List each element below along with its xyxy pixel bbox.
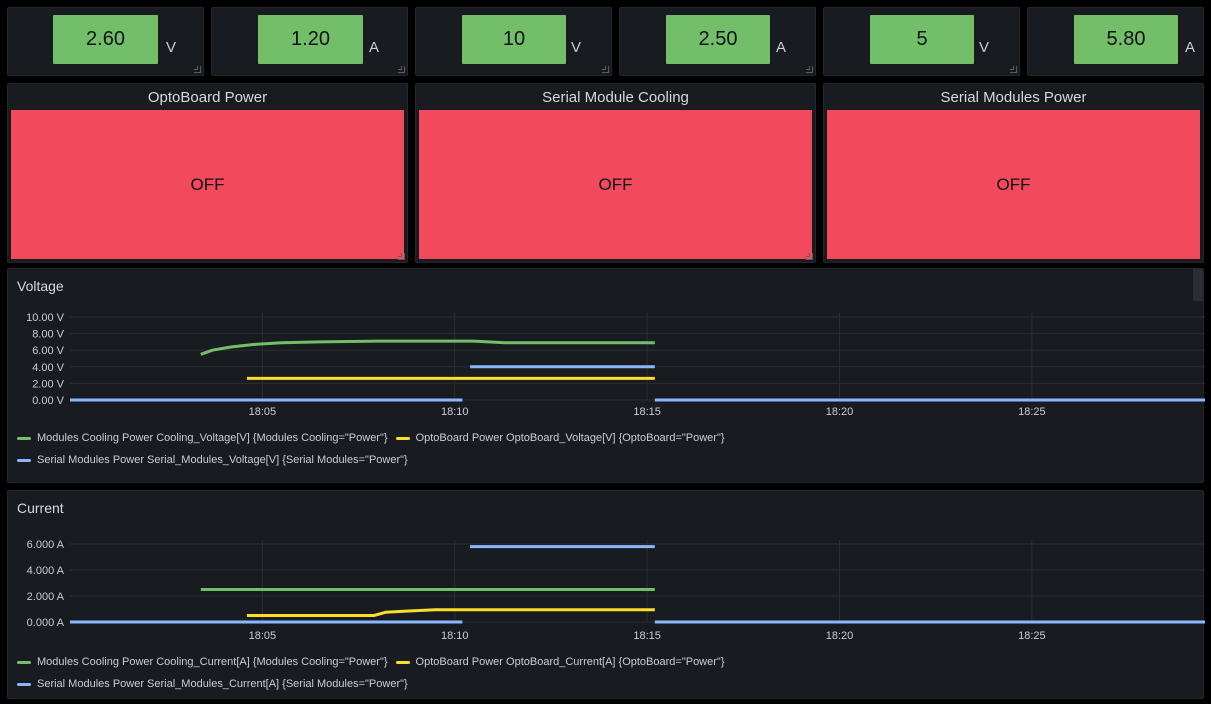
stat-value-box: 10 (462, 15, 566, 64)
x-tick-label: 18:15 (633, 406, 661, 418)
stat-value: 5 (916, 28, 928, 50)
resize-handle-icon[interactable] (194, 66, 201, 73)
status-state: OFF (190, 174, 225, 194)
stat-panel-2[interactable]: 1.20 A (211, 7, 408, 76)
resize-handle-icon[interactable] (806, 66, 813, 73)
legend-item[interactable]: OptoBoard Power OptoBoard_Current[A] {Op… (395, 656, 725, 668)
x-tick-label: 18:05 (249, 630, 277, 641)
chart-legend: Modules Cooling Power Cooling_Voltage[V]… (17, 427, 733, 471)
x-tick-label: 18:20 (826, 630, 854, 641)
y-tick-label: 2.000 A (27, 591, 65, 603)
legend-label: Modules Cooling Power Cooling_Voltage[V]… (37, 432, 388, 444)
y-tick-label: 0.000 A (27, 617, 65, 629)
stat-value: 2.50 (698, 28, 738, 50)
status-box: OFF (11, 110, 404, 259)
legend-label: Serial Modules Power Serial_Modules_Volt… (37, 454, 408, 466)
stat-value-box: 5 (870, 15, 974, 64)
x-tick-label: 18:20 (826, 406, 854, 418)
stat-value: 5.80 (1106, 28, 1146, 50)
status-state: OFF (996, 174, 1031, 194)
stat-unit: V (571, 39, 582, 56)
x-tick-label: 18:10 (441, 406, 469, 418)
status-state: OFF (598, 174, 633, 194)
status-panel-title: OptoBoard Power (147, 89, 268, 106)
y-tick-label: 6.00 V (32, 345, 64, 357)
legend-swatch (17, 660, 31, 664)
legend-item[interactable]: Modules Cooling Power Cooling_Current[A]… (17, 656, 388, 668)
legend-swatch (17, 682, 31, 686)
resize-handle-icon[interactable] (1010, 66, 1017, 73)
x-tick-label: 18:25 (1018, 630, 1046, 641)
y-tick-label: 0.00 V (32, 395, 64, 407)
stat-value-box: 1.20 (258, 15, 363, 64)
stat-panel-3[interactable]: 10 V (415, 7, 612, 76)
x-tick-label: 18:15 (633, 630, 661, 641)
y-tick-label: 4.000 A (27, 565, 65, 577)
resize-handle-icon[interactable] (806, 253, 813, 260)
stat-value-box: 2.60 (53, 15, 158, 64)
y-tick-label: 4.00 V (32, 362, 64, 374)
stat-unit: A (369, 39, 380, 56)
x-tick-label: 18:05 (249, 406, 277, 418)
legend-label: Modules Cooling Power Cooling_Current[A]… (37, 656, 388, 668)
stat-unit: V (979, 39, 990, 56)
legend-item[interactable]: OptoBoard Power OptoBoard_Voltage[V] {Op… (395, 432, 725, 444)
status-panel-serial-modules[interactable]: Serial Modules Power OFF (823, 83, 1204, 263)
status-panel-title: Serial Module Cooling (542, 89, 689, 106)
legend-swatch (395, 436, 410, 440)
chart-legend: Modules Cooling Power Cooling_Current[A]… (17, 651, 733, 695)
legend-item[interactable]: Modules Cooling Power Cooling_Voltage[V]… (17, 432, 388, 444)
resize-handle-icon[interactable] (398, 253, 405, 260)
y-tick-label: 10.00 V (26, 312, 65, 324)
stat-value: 1.20 (291, 28, 330, 50)
voltage-chart-plot: 10.00 V 8.00 V 6.00 V 4.00 V 2.00 V 0.00 V 18:… (26, 312, 1205, 418)
voltage-chart-panel[interactable]: Voltage 10.00 V 8.00 V 6.00 V 4.00 V 2.00 V0… (7, 268, 1205, 483)
stat-unit: A (776, 39, 787, 56)
stat-value-box: 5.80 (1074, 15, 1178, 64)
x-tick-label: 18:25 (1018, 406, 1046, 418)
stat-panel-6[interactable]: 5.80 A (1027, 7, 1204, 76)
status-box: OFF (419, 110, 812, 259)
legend-item[interactable]: Serial Modules Power Serial_Modules_Curr… (17, 678, 408, 690)
resize-handle-icon[interactable] (398, 66, 405, 73)
legend-label: Serial Modules Power Serial_Modules_Curr… (37, 678, 408, 690)
y-tick-label: 2.00 V (32, 378, 64, 390)
legend-swatch (395, 660, 410, 664)
legend-item[interactable]: Serial Modules Power Serial_Modules_Volt… (17, 454, 408, 466)
status-box: OFF (827, 110, 1200, 259)
current-chart-plot: 6.000 A 4.000 A 2.000 A 0.000 A 18:05 18:10 18… (27, 539, 1205, 641)
stat-value: 2.60 (86, 28, 125, 50)
status-panel-title: Serial Modules Power (940, 89, 1087, 106)
stat-unit: V (166, 39, 177, 56)
status-panel-cooling[interactable]: Serial Module Cooling OFF (415, 83, 816, 263)
legend-label: OptoBoard Power OptoBoard_Voltage[V] {Op… (415, 432, 725, 444)
stat-unit: A (1185, 39, 1196, 56)
stat-panel-4[interactable]: 2.50 A (619, 7, 816, 76)
stat-value: 10 (502, 28, 526, 50)
current-chart-panel[interactable]: Current 6.000 A 4.000 A 2.000 A 0.000 A 18:0… (7, 490, 1205, 699)
y-tick-label: 6.000 A (27, 539, 65, 551)
stat-value-box: 2.50 (666, 15, 770, 64)
legend-label: OptoBoard Power OptoBoard_Current[A] {Op… (415, 656, 725, 668)
legend-swatch (17, 458, 31, 462)
y-tick-label: 8.00 V (32, 329, 64, 341)
stat-panel-5[interactable]: 5 V (823, 7, 1020, 76)
status-panel-optoboard[interactable]: OptoBoard Power OFF (7, 83, 408, 263)
x-tick-label: 18:10 (441, 630, 469, 641)
legend-swatch (17, 436, 31, 440)
stat-panel-1[interactable]: 2.60 V (7, 7, 204, 76)
series-line (247, 608, 655, 617)
series-line (200, 339, 655, 356)
resize-handle-icon[interactable] (602, 66, 609, 73)
